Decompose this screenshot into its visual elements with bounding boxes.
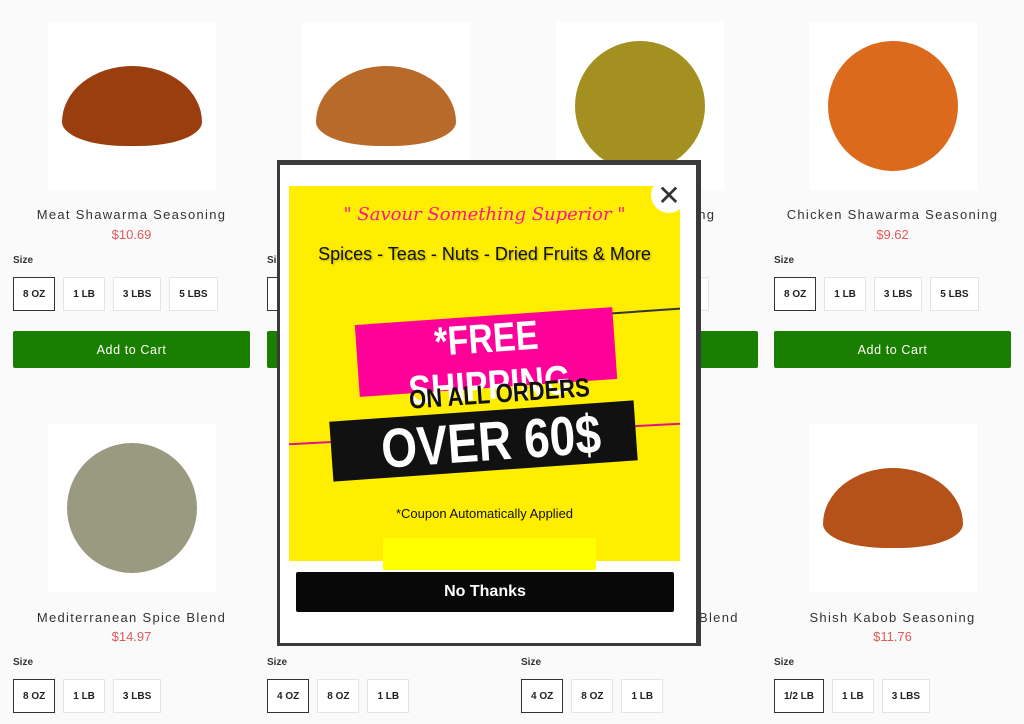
product-price: $10.69	[111, 227, 152, 242]
promo-banner[interactable]: " Savour Something Superior " Spices - T…	[289, 186, 680, 561]
size-option[interactable]: 8 OZ	[13, 277, 56, 311]
promo-headline: " Savour Something Superior "	[343, 204, 626, 225]
size-label: Size	[521, 657, 542, 668]
over-amount-text: OVER 60$	[379, 402, 603, 480]
size-label: Size	[774, 255, 795, 266]
size-option[interactable]: 8 OZ	[571, 679, 614, 713]
size-option[interactable]: 3 LBS	[873, 277, 923, 311]
product-image[interactable]	[48, 424, 216, 592]
add-to-cart-button[interactable]: Add to Cart	[13, 331, 250, 368]
size-label: Size	[13, 255, 34, 266]
close-icon[interactable]: ✕	[651, 177, 687, 213]
size-option[interactable]: 4 OZ	[521, 679, 564, 713]
size-option[interactable]: 1/2 LB	[774, 679, 825, 713]
size-option[interactable]: 3 LBS	[112, 277, 162, 311]
size-option[interactable]: 5 LBS	[169, 277, 218, 311]
size-option[interactable]: 1 LB	[63, 679, 105, 713]
size-option[interactable]: 1 LB	[824, 277, 866, 311]
product-image[interactable]	[48, 22, 216, 190]
product-price: $9.62	[876, 227, 909, 242]
size-option[interactable]: 1 LB	[367, 679, 410, 713]
size-option[interactable]: 3 LBS	[881, 679, 931, 713]
product-name[interactable]: Blend	[699, 610, 739, 625]
promo-popup: " Savour Something Superior " Spices - T…	[277, 160, 701, 646]
size-option[interactable]: 8 OZ	[774, 277, 817, 311]
product-image[interactable]	[809, 424, 977, 592]
size-option[interactable]: 4 OZ	[267, 679, 310, 713]
add-to-cart-button[interactable]: Add to Cart	[774, 331, 1011, 368]
product-name[interactable]: Meat Shawarma Seasoning	[13, 207, 250, 222]
size-option[interactable]: 5 LBS	[930, 277, 979, 311]
product-name[interactable]: Mediterranean Spice Blend	[13, 610, 250, 625]
size-option[interactable]: 1 LB	[832, 679, 874, 713]
size-option[interactable]: 3 LBS	[112, 679, 162, 713]
size-option[interactable]: 8 OZ	[317, 679, 360, 713]
size-label: Size	[267, 657, 288, 668]
promo-tagline: Spices - Teas - Nuts - Dried Fruits & Mo…	[318, 244, 651, 264]
size-label: Size	[13, 657, 34, 668]
product-price: $14.97	[111, 629, 152, 644]
product-image[interactable]	[809, 22, 977, 190]
product-price: $11.76	[873, 629, 912, 644]
coupon-box	[383, 538, 596, 570]
size-label: Size	[774, 657, 795, 668]
no-thanks-button[interactable]: No Thanks	[296, 572, 674, 612]
product-name[interactable]: Shish Kabob Seasoning	[774, 610, 1011, 625]
size-option[interactable]: 1 LB	[63, 277, 105, 311]
size-option[interactable]: 1 LB	[621, 679, 664, 713]
coupon-note: *Coupon Automatically Applied	[395, 506, 574, 521]
product-name[interactable]: Chicken Shawarma Seasoning	[774, 207, 1011, 222]
size-option[interactable]: 8 OZ	[13, 679, 56, 713]
